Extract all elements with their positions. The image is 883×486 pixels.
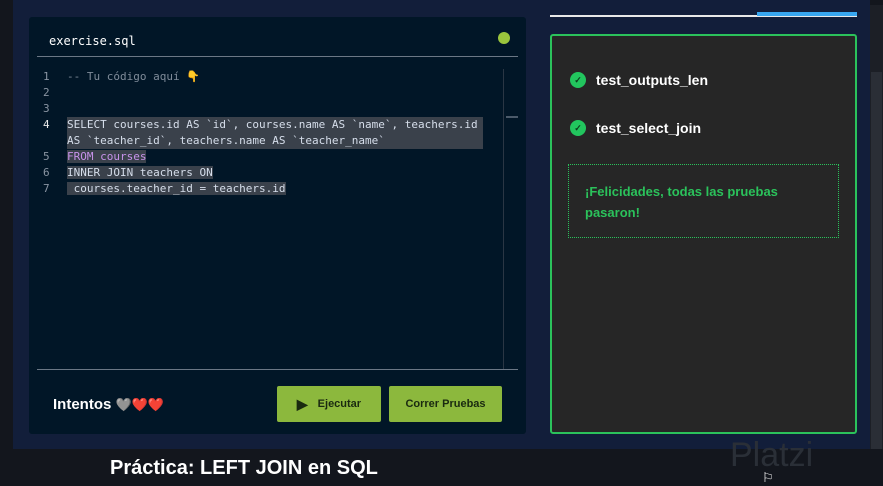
line-text: -- Tu código aquí 👇 [67,70,200,83]
code-line: 7 courses.teacher_id = teachers.id [43,181,483,197]
line-number: 1 [43,70,50,83]
status-dot [498,32,510,44]
hearts-icon: 🩶❤️❤️ [115,397,165,412]
flag-icon[interactable]: ⚐ [762,470,774,486]
code-line: 2 [43,85,483,101]
line-number: 7 [43,182,50,195]
line-text: INNER JOIN teachers ON [67,166,213,179]
editor-scrollbar[interactable] [503,69,518,369]
line-number: 4 [43,118,50,131]
filename: exercise.sql [49,34,136,48]
test-item: ✓ test_select_join [570,120,701,136]
editor-divider [37,369,518,370]
line-text: FROM courses [67,150,147,163]
test-item: ✓ test_outputs_len [570,72,708,88]
test-name: test_outputs_len [596,72,709,88]
line-number: 6 [43,166,50,179]
line-number: 2 [43,86,50,99]
editor-header: exercise.sql [37,17,518,57]
page-title: Práctica: LEFT JOIN en SQL [110,457,378,479]
run-tests-button[interactable]: Correr Pruebas [389,386,502,422]
success-message: ¡Felicidades, todas las pruebas pasaron! [568,164,839,238]
code-area[interactable]: 1 -- Tu código aquí 👇 2 3 4 SELECT courses… [43,69,483,197]
line-number: 3 [43,102,50,115]
run-button[interactable]: ▶ Ejecutar [277,386,381,422]
play-icon: ▶ [296,395,308,412]
line-text: courses.teacher_id = teachers.id [67,182,286,195]
code-line: 6 INNER JOIN teachers ON [43,165,483,181]
line-number: 5 [43,150,50,163]
attempts-label: Intentos [53,396,112,413]
check-circle-icon: ✓ [570,72,586,88]
code-line: 1 -- Tu código aquí 👇 [43,69,483,85]
code-line: 4 SELECT courses.id AS `id`, courses.name… [43,117,483,149]
active-tab-indicator[interactable] [757,12,857,16]
code-editor[interactable]: exercise.sql 1 -- Tu código aquí 👇 2 3 4 S… [29,17,526,434]
code-line: 5 FROM courses [43,149,483,165]
run-label: Ejecutar [317,398,362,410]
line-text: SELECT courses.id AS `id`, courses.name … [67,117,483,149]
check-circle-icon: ✓ [570,120,586,136]
test-results-panel: ✓ test_outputs_len ✓ test_select_join ¡Fel… [550,34,857,434]
attempts: Intentos 🩶❤️❤️ [53,396,164,413]
run-tests-label: Correr Pruebas [405,398,486,410]
page-scrollbar[interactable] [870,5,883,449]
test-name: test_select_join [596,120,702,136]
code-line: 3 [43,101,483,117]
